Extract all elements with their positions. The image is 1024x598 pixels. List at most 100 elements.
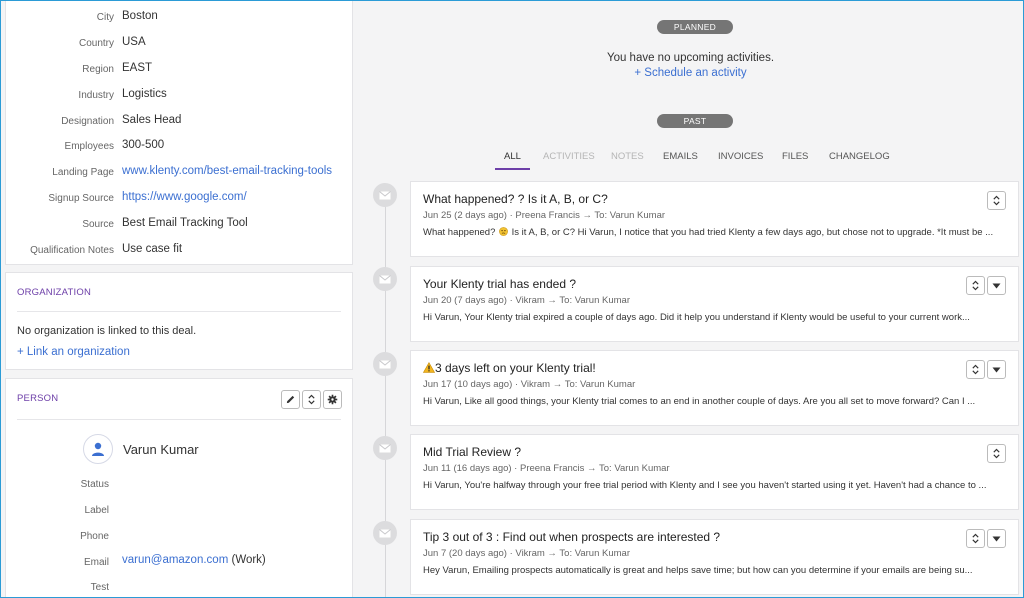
test-label: Test xyxy=(90,582,109,593)
snippet-start: What happened? xyxy=(423,227,496,238)
person-actions xyxy=(279,390,342,409)
detail-row-industry: Industry Logistics xyxy=(6,87,354,107)
tab-notes[interactable]: NOTES xyxy=(611,151,644,162)
tab-activities[interactable]: ACTIVITIES xyxy=(543,151,595,162)
tab-all[interactable]: ALL xyxy=(495,151,530,170)
timeline-email-marker xyxy=(373,521,397,545)
user-icon xyxy=(92,442,104,456)
link-organization-link[interactable]: + Link an organization xyxy=(17,346,130,358)
person-card: PERSON Varun Kumar Status Label Phone Em… xyxy=(5,378,353,597)
email-value: varun@amazon.com (Work) xyxy=(122,554,266,566)
snippet-rest: Is it A, B, or C? Hi Varun, I notice tha… xyxy=(511,227,994,238)
detail-value[interactable]: USA xyxy=(122,36,146,48)
organization-title: ORGANIZATION xyxy=(17,287,92,298)
email-link[interactable]: varun@amazon.com xyxy=(122,554,228,566)
left-panel: City Boston Country USA Region EAST Indu… xyxy=(5,1,354,597)
past-badge: PAST xyxy=(657,114,733,128)
email-card[interactable]: 3 days left on your Klenty trial! Jun 17… xyxy=(410,350,1019,426)
email-subject[interactable]: Your Klenty trial has ended ? xyxy=(423,277,576,291)
expand-collapse-button[interactable] xyxy=(987,191,1006,210)
schedule-activity-link-text[interactable]: + Schedule an activity xyxy=(634,67,746,79)
tab-files[interactable]: FILES xyxy=(782,151,808,162)
detail-row-signup-source: Signup Source https://www.google.com/ xyxy=(6,190,354,210)
chevron-up-down-icon xyxy=(308,394,315,405)
email-subject[interactable]: What happened? ? Is it A, B, or C? xyxy=(423,192,608,206)
email-subject[interactable]: 3 days left on your Klenty trial! xyxy=(435,361,596,375)
expand-collapse-button[interactable] xyxy=(987,444,1006,463)
expand-collapse-button[interactable] xyxy=(302,390,321,409)
detail-value[interactable]: Best Email Tracking Tool xyxy=(122,217,248,229)
detail-value[interactable]: Sales Head xyxy=(122,114,181,126)
detail-label: Signup Source xyxy=(48,193,114,204)
detail-value[interactable]: Logistics xyxy=(122,88,167,100)
email-snippet: Hi Varun, Your Klenty trial expired a co… xyxy=(423,312,970,323)
mail-icon xyxy=(379,359,391,368)
email-card[interactable]: Tip 3 out of 3 : Find out when prospects… xyxy=(410,519,1019,595)
chevron-up-down-icon xyxy=(972,364,979,375)
tab-invoices[interactable]: INVOICES xyxy=(718,151,763,162)
more-options-button[interactable] xyxy=(987,360,1006,379)
email-controls xyxy=(964,276,1006,295)
timeline-email-marker xyxy=(373,183,397,207)
schedule-activity-link: + Schedule an activity xyxy=(356,67,1023,79)
chevron-up-down-icon xyxy=(993,195,1000,206)
chevron-up-down-icon xyxy=(993,448,1000,459)
tab-emails[interactable]: EMAILS xyxy=(663,151,698,162)
email-controls xyxy=(985,444,1006,463)
settings-button[interactable] xyxy=(323,390,342,409)
detail-row-qualification-notes: Qualification Notes Use case fit xyxy=(6,242,354,262)
person-title: PERSON xyxy=(17,393,59,404)
divider xyxy=(17,419,341,420)
no-organization-message: No organization is linked to this deal. xyxy=(17,325,197,337)
mail-icon xyxy=(379,528,391,537)
phone-label: Phone xyxy=(80,531,109,542)
expand-collapse-button[interactable] xyxy=(966,360,985,379)
email-meta: Jun 20 (7 days ago) · Vikram → To: Varun… xyxy=(423,295,630,306)
landing-page-link[interactable]: www.klenty.com/best-email-tracking-tools xyxy=(122,165,332,177)
detail-value[interactable]: Use case fit xyxy=(122,243,182,255)
detail-value[interactable]: EAST xyxy=(122,62,152,74)
email-card[interactable]: Mid Trial Review ? Jun 11 (16 days ago) … xyxy=(410,434,1019,510)
caret-down-icon xyxy=(992,367,1001,372)
detail-label: Qualification Notes xyxy=(30,245,114,256)
avatar xyxy=(83,434,113,464)
detail-label: Employees xyxy=(64,141,114,152)
gear-icon xyxy=(327,394,338,405)
detail-value[interactable]: Boston xyxy=(122,10,158,22)
email-card[interactable]: What happened? ? Is it A, B, or C? Jun 2… xyxy=(410,181,1019,257)
detail-row-country: Country USA xyxy=(6,35,354,55)
detail-row-region: Region EAST xyxy=(6,61,354,81)
more-options-button[interactable] xyxy=(987,276,1006,295)
tab-changelog[interactable]: CHANGELOG xyxy=(829,151,890,162)
email-card[interactable]: Your Klenty trial has ended ? Jun 20 (7 … xyxy=(410,266,1019,342)
more-options-button[interactable] xyxy=(987,529,1006,548)
expand-collapse-button[interactable] xyxy=(966,276,985,295)
person-name[interactable]: Varun Kumar xyxy=(123,442,199,457)
email-label: Email xyxy=(83,557,109,568)
email-meta: Jun 11 (16 days ago) · Preena Francis → … xyxy=(423,463,670,474)
email-subject-wrap: 3 days left on your Klenty trial! xyxy=(422,361,596,375)
email-meta: Jun 7 (20 days ago) · Vikram → To: Varun… xyxy=(423,548,630,559)
email-controls xyxy=(964,529,1006,548)
email-subject[interactable]: Tip 3 out of 3 : Find out when prospects… xyxy=(423,530,720,544)
email-subject[interactable]: Mid Trial Review ? xyxy=(423,445,521,459)
chevron-up-down-icon xyxy=(972,280,979,291)
email-meta: Jun 25 (2 days ago) · Preena Francis → T… xyxy=(423,210,666,221)
label-label: Label xyxy=(84,505,109,516)
expand-collapse-button[interactable] xyxy=(966,529,985,548)
timeline-email-marker xyxy=(373,352,397,376)
detail-label: Country xyxy=(78,38,114,49)
detail-label: Landing Page xyxy=(52,167,114,178)
detail-value[interactable]: 300-500 xyxy=(122,139,164,151)
no-activities-message: You have no upcoming activities. xyxy=(606,52,775,64)
email-controls xyxy=(985,191,1006,210)
detail-row-landing-page: Landing Page www.klenty.com/best-email-t… xyxy=(6,164,354,184)
activity-panel: PLANNED You have no upcoming activities.… xyxy=(356,1,1023,597)
email-meta: Jun 17 (10 days ago) · Vikram → To: Varu… xyxy=(423,379,636,390)
detail-label: Region xyxy=(82,64,114,75)
pencil-icon xyxy=(286,395,295,404)
edit-button[interactable] xyxy=(281,390,300,409)
signup-source-link[interactable]: https://www.google.com/ xyxy=(122,191,247,203)
timeline-email-marker xyxy=(373,436,397,460)
chevron-up-down-icon xyxy=(972,533,979,544)
